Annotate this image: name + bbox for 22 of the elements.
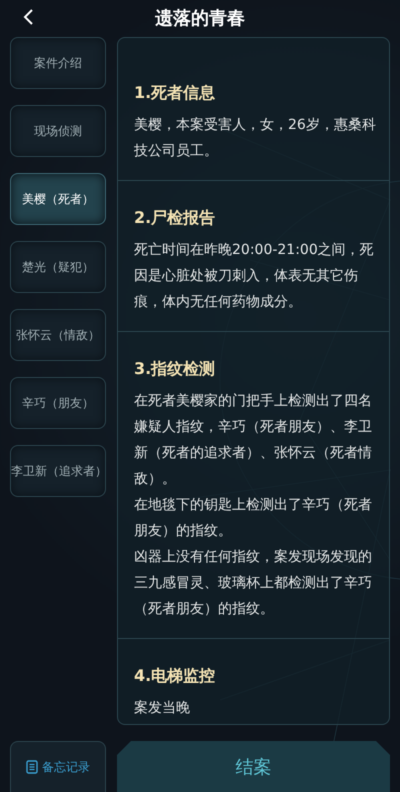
- section-text: 死亡时间在昨晚20:00-21:00之间，死因是心脏处被刀刺入，体表无其它伤痕，体内无任何药物成分。: [134, 241, 375, 312]
- screen-title: 遗落的青春: [155, 7, 245, 30]
- section-title: 3.指纹检测: [134, 358, 216, 380]
- section-title: 1.死者信息: [134, 82, 216, 104]
- close-case-button[interactable]: 结案: [117, 741, 390, 792]
- section-text: 美樱，本案受害人，女，26岁，惠桑科技公司员工。: [134, 116, 377, 161]
- sidebar-tab[interactable]: 辛巧（朋友）: [10, 377, 106, 429]
- sidebar-tab[interactable]: 案件介绍: [10, 37, 106, 89]
- section-title: 2.尸检报告: [134, 207, 216, 229]
- sidebar-tab[interactable]: 现场侦测: [10, 105, 106, 157]
- notebook-icon: [26, 760, 38, 774]
- chevron-left-icon: [22, 8, 34, 26]
- section-text: 在死者美樱家的门把手上检测出了四名嫌疑人指纹，辛巧（死者朋友）、李卫新（死者的追求者）、张怀云（死者情敌）。: [134, 392, 373, 489]
- section-text: 凶器上没有任何指纹，案发现场发现的三九感冒灵、玻璃杯上都检测出了辛巧（死者朋友）的指纹。: [134, 548, 373, 619]
- section-text: 案发当晚: [134, 699, 191, 718]
- memo-button[interactable]: 备忘记录: [10, 741, 106, 792]
- section-text: 在地毯下的钥匙上检测出了辛巧（死者朋友）的指纹。: [134, 496, 373, 541]
- section-title: 4.电梯监控: [134, 665, 216, 687]
- sidebar-tab[interactable]: 李卫新（追求者）: [10, 445, 106, 497]
- sidebar-tab[interactable]: 美樱（死者）: [10, 173, 106, 225]
- sidebar-tab[interactable]: 张怀云（情敌）: [10, 309, 106, 361]
- sidebar-tab[interactable]: 楚光（疑犯）: [10, 241, 106, 293]
